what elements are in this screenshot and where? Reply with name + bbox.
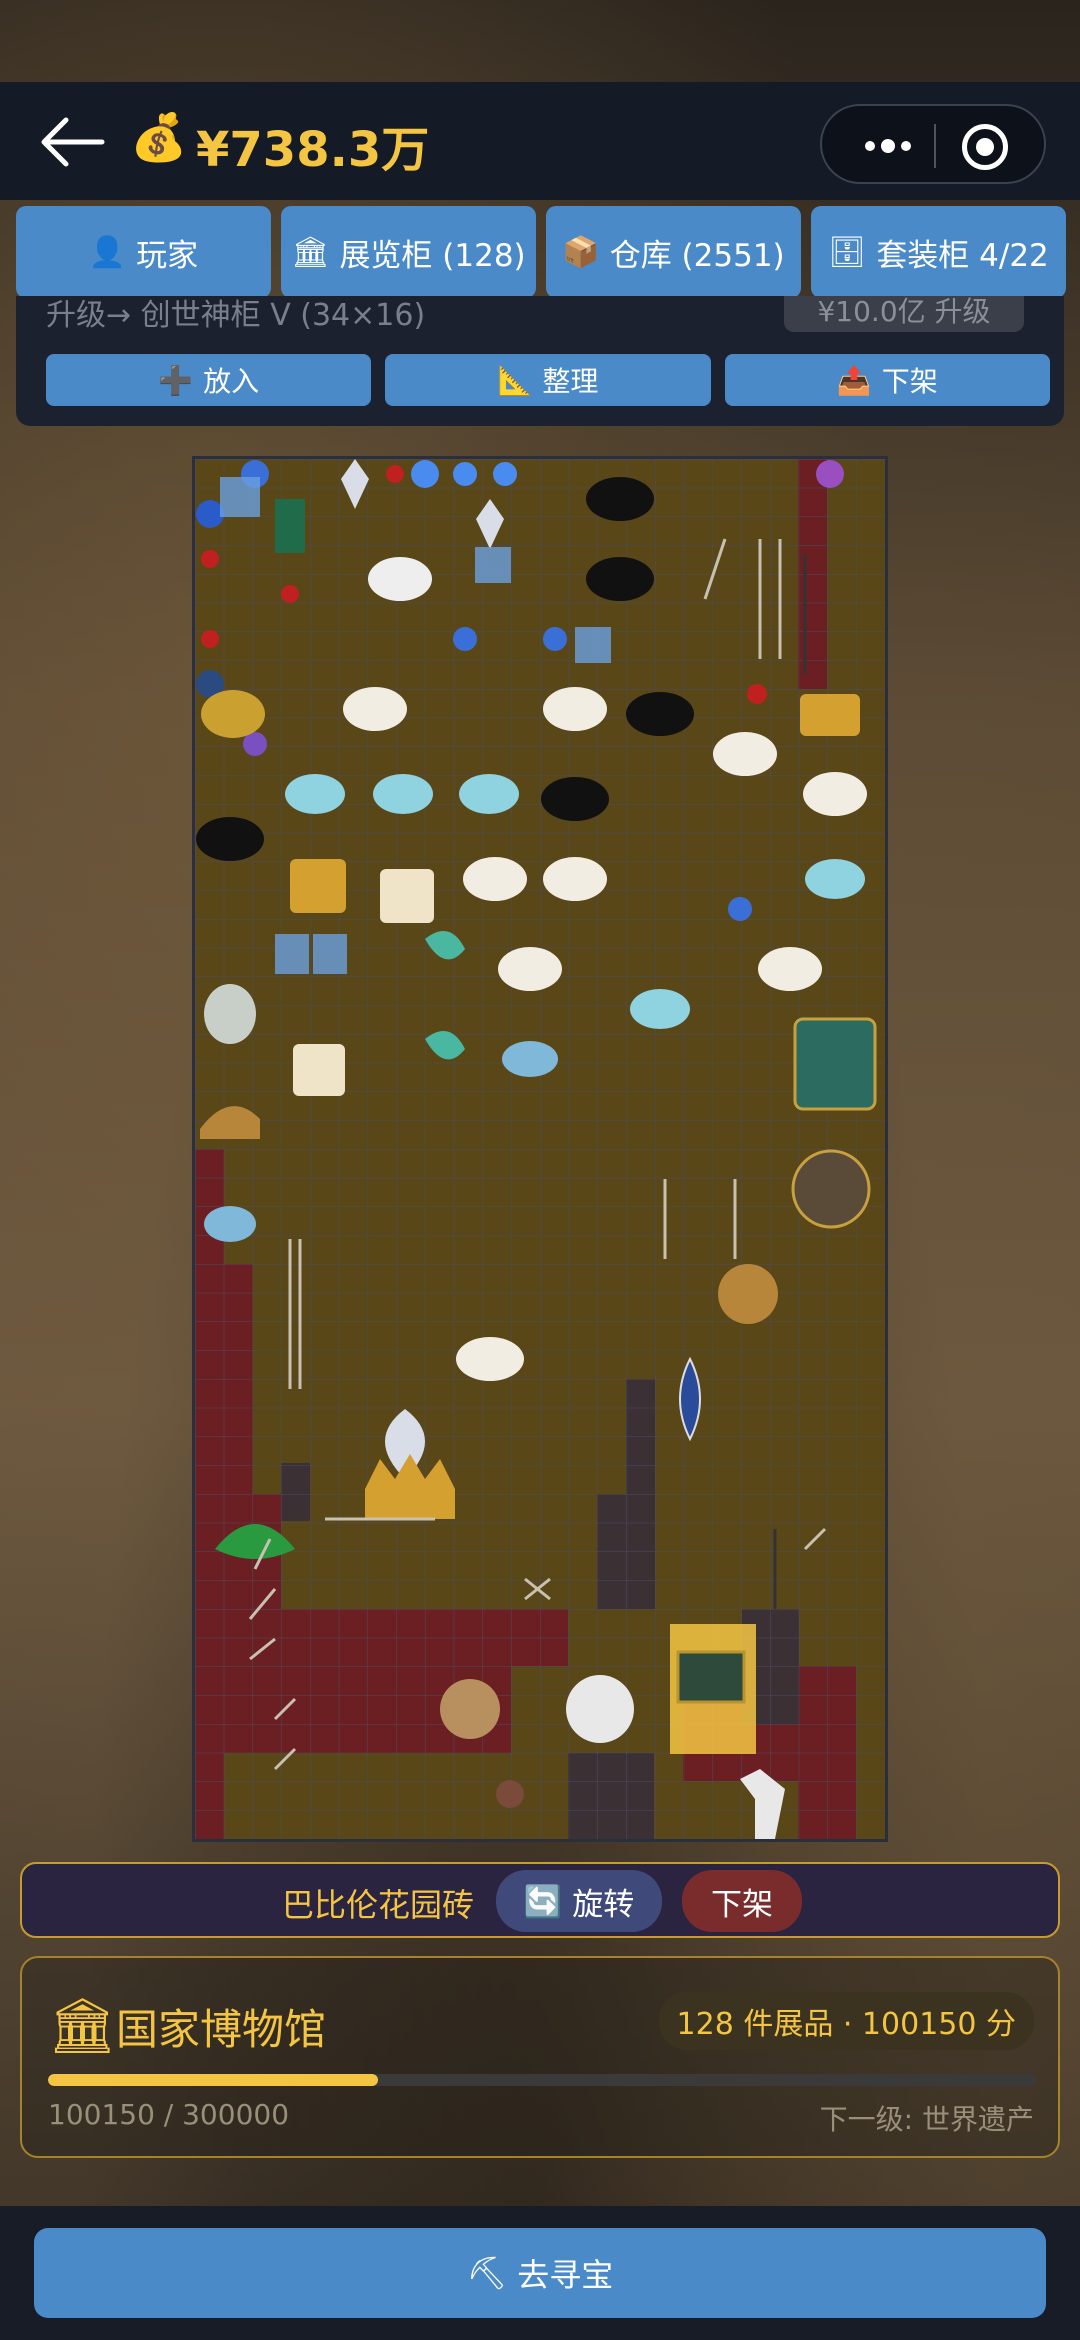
mini-program-capsule [820, 104, 1046, 184]
money-bag-icon: 💰 [130, 110, 188, 164]
tab-bar: 👤 玩家 🏛 展览柜 (128) 📦 仓库 (2551) 🗄 套装柜 4/22 [16, 206, 1066, 298]
tab-player[interactable]: 👤 玩家 [16, 206, 271, 298]
pickaxe-icon: ⛏ [466, 2254, 508, 2292]
button-label: 旋转 [572, 1886, 635, 1923]
progress-text: 100150 / 300000 [48, 2098, 290, 2131]
selected-item[interactable] [670, 1624, 756, 1754]
grid-lines [195, 459, 885, 1839]
selected-item-name: 巴比伦花园砖 [282, 1886, 475, 1924]
tab-warehouse[interactable]: 📦 仓库 (2551) [546, 206, 801, 298]
ruler-icon: 📐 [497, 363, 533, 397]
remove-button[interactable]: 📤 下架 [724, 354, 1050, 406]
tab-label: 玩家 [136, 237, 199, 274]
tab-label: 仓库 (2551) [609, 237, 785, 274]
treasure-hunt-button[interactable]: ⛏ 去寻宝 [34, 2228, 1046, 2318]
button-label: 放入 [203, 365, 260, 398]
cabinet-panel: 升级→ 创世神柜 V (34×16) ¥10.0亿 升级 ➕ 放入 📐 整理 📤 下架 [16, 296, 1064, 426]
capsule-divider [934, 124, 936, 168]
plus-icon: ➕ [158, 363, 194, 397]
close-target-icon[interactable] [962, 124, 1008, 170]
grid-canvas [195, 459, 885, 1839]
museum-progress-bar [48, 2074, 1036, 2086]
progress-fill [48, 2074, 378, 2086]
action-row: ➕ 放入 📐 整理 📤 下架 [46, 354, 1050, 406]
more-icon[interactable] [850, 130, 930, 162]
cabinet-icon: 🗄 [828, 234, 867, 270]
bottom-bar: ⛏ 去寻宝 [0, 2206, 1080, 2340]
money-balance: ¥738.3万 [196, 122, 430, 178]
top-bar: 💰 ¥738.3万 [0, 82, 1080, 200]
back-arrow-icon[interactable] [36, 112, 106, 172]
showcase-grid[interactable] [192, 456, 888, 1842]
button-label: 下架 [881, 365, 938, 398]
exhibit-score-badge: 128 件展品 · 100150 分 [658, 1992, 1034, 2050]
museum-icon: 🏛 [291, 234, 330, 270]
upgrade-button[interactable]: ¥10.0亿 升级 [784, 296, 1024, 332]
rotate-icon: 🔄 [523, 1883, 563, 1920]
button-label: 整理 [542, 365, 599, 398]
upgrade-info: 升级→ 创世神柜 V (34×16) [46, 298, 426, 333]
museum-card: 🏛 国家博物馆 128 件展品 · 100150 分 100150 / 3000… [20, 1956, 1060, 2158]
tab-set-cabinet[interactable]: 🗄 套装柜 4/22 [811, 206, 1066, 298]
organize-button[interactable]: 📐 整理 [385, 354, 711, 406]
unshelve-button[interactable]: 下架 [682, 1870, 802, 1932]
tab-label: 套装柜 4/22 [876, 237, 1049, 274]
next-level-text: 下一级: 世界遗产 [819, 2103, 1034, 2136]
put-in-button[interactable]: ➕ 放入 [46, 354, 372, 406]
outbox-icon: 📤 [836, 363, 872, 397]
button-label: 去寻宝 [517, 2256, 614, 2294]
tab-label: 展览柜 (128) [339, 237, 526, 274]
selected-item-bar: 巴比伦花园砖 🔄 旋转 下架 [20, 1862, 1060, 1938]
tab-showcase[interactable]: 🏛 展览柜 (128) [281, 206, 536, 298]
box-icon: 📦 [562, 234, 600, 270]
user-icon: 👤 [88, 234, 127, 270]
museum-name: 国家博物馆 [116, 2005, 327, 2054]
rotate-button[interactable]: 🔄 旋转 [496, 1870, 662, 1932]
museum-icon: 🏛 [48, 1994, 117, 2057]
